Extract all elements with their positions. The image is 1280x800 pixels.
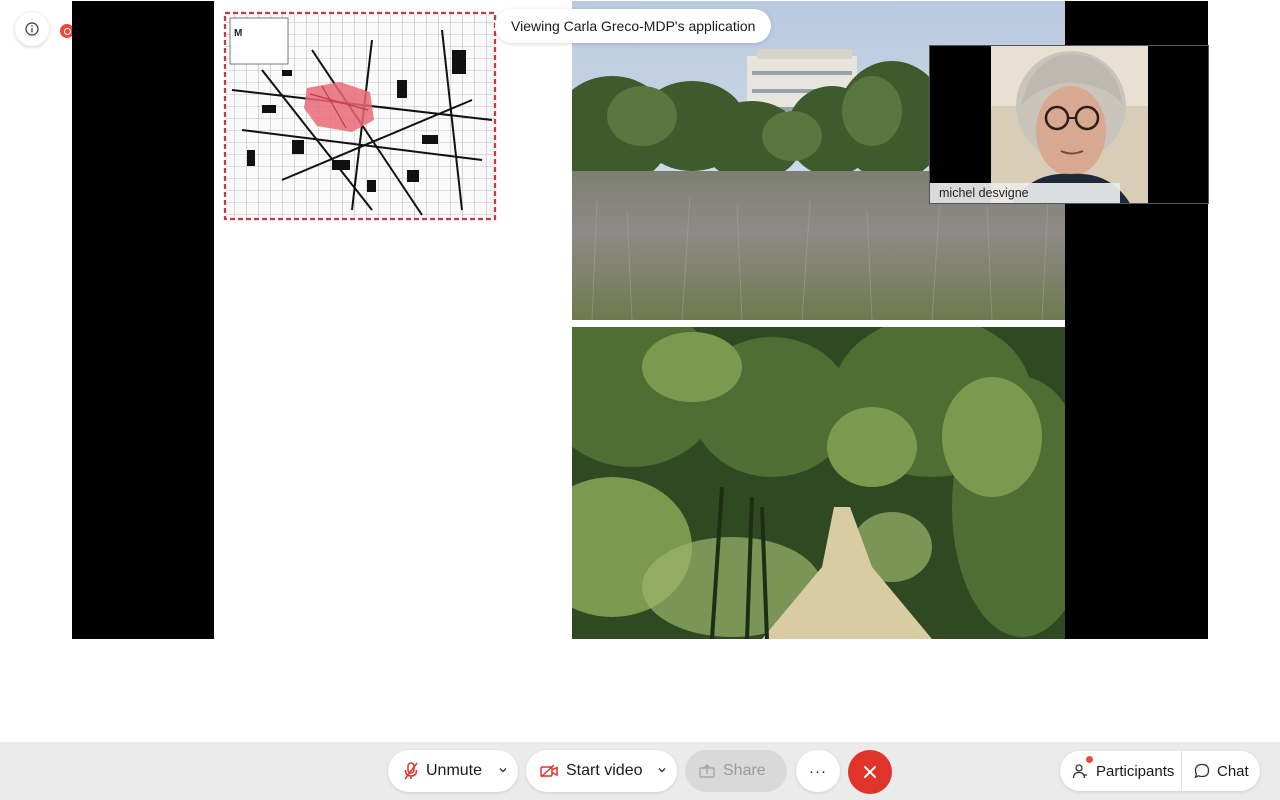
chevron-down-icon[interactable] bbox=[657, 765, 667, 775]
info-button[interactable] bbox=[15, 12, 49, 46]
unmute-button[interactable]: Unmute bbox=[388, 750, 518, 792]
participants-label: Participants bbox=[1096, 762, 1175, 780]
video-off-icon bbox=[540, 764, 558, 778]
viewing-banner: Viewing Carla Greco-MDP's application bbox=[495, 9, 772, 43]
close-icon bbox=[864, 766, 876, 778]
chat-label: Chat bbox=[1217, 762, 1249, 780]
unmute-label: Unmute bbox=[426, 762, 483, 779]
site-plan-map: M bbox=[222, 10, 498, 222]
participant-name-tag: michel desvigne bbox=[930, 183, 1120, 203]
garden-path-photo bbox=[572, 327, 1065, 639]
more-icon: ··· bbox=[809, 762, 827, 780]
chevron-down-icon[interactable] bbox=[498, 765, 508, 775]
notification-dot bbox=[1086, 756, 1093, 763]
svg-text:M: M bbox=[234, 28, 242, 39]
participant-video-tile[interactable]: michel desvigne bbox=[929, 45, 1209, 204]
more-options-button[interactable]: ··· bbox=[796, 750, 840, 792]
participants-button[interactable]: Participants bbox=[1060, 751, 1181, 791]
side-panel-buttons: Participants Chat bbox=[1060, 751, 1260, 791]
chat-icon bbox=[1194, 763, 1210, 779]
start-video-label: Start video bbox=[566, 762, 643, 779]
participant-video bbox=[991, 46, 1148, 203]
info-icon bbox=[25, 22, 39, 36]
share-label: Share bbox=[723, 762, 766, 779]
chat-button[interactable]: Chat bbox=[1182, 751, 1249, 791]
end-call-button[interactable] bbox=[848, 750, 892, 794]
meeting-control-bar: Unmute Start video Share ··· Participant… bbox=[0, 742, 1280, 800]
share-button[interactable]: Share bbox=[685, 750, 787, 792]
participants-icon bbox=[1072, 764, 1087, 779]
muted-microphone-icon bbox=[404, 762, 418, 780]
share-icon bbox=[699, 764, 715, 778]
start-video-button[interactable]: Start video bbox=[526, 750, 677, 792]
